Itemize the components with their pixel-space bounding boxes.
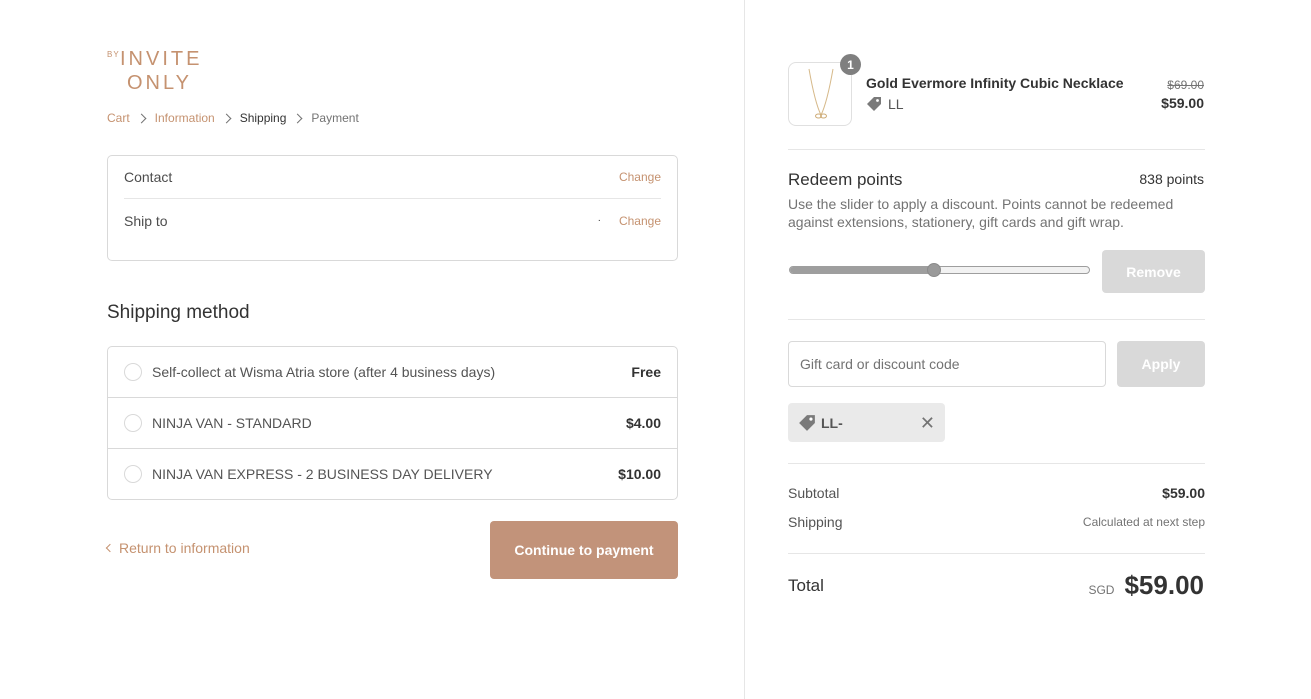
review-ship-to-row: Ship to · Change	[124, 199, 661, 242]
breadcrumb: Cart Information Shipping Payment	[107, 110, 359, 126]
logo-by: BY	[107, 50, 120, 59]
breadcrumb-information[interactable]: Information	[155, 111, 215, 125]
shipping-option-ninja-standard[interactable]: NINJA VAN - STANDARD $4.00	[108, 398, 677, 449]
shipping-option-self-collect[interactable]: Self-collect at Wisma Atria store (after…	[108, 347, 677, 398]
total-amount: SGD $59.00	[1088, 570, 1204, 601]
quantity-badge: 1	[840, 54, 861, 75]
applied-discount-tag: LL- ✕	[788, 403, 945, 442]
shipping-option-price: $10.00	[618, 466, 661, 482]
product-discount-code: LL	[888, 96, 904, 112]
chevron-right-icon	[221, 113, 232, 123]
points-balance: 838 points	[1139, 171, 1204, 187]
close-icon[interactable]: ✕	[920, 414, 935, 432]
divider	[788, 463, 1205, 464]
radio-button[interactable]	[124, 465, 142, 483]
shipping-option-price: $4.00	[625, 415, 661, 431]
shipping-value: Calculated at next step	[1082, 515, 1205, 529]
change-contact-link[interactable]: Change	[619, 170, 661, 184]
radio-button[interactable]	[124, 414, 142, 432]
change-ship-to-link[interactable]: Change	[619, 214, 661, 228]
chevron-right-icon	[292, 113, 303, 123]
return-to-information-link[interactable]: Return to information	[105, 540, 250, 556]
product-discount-tag: LL	[866, 96, 904, 112]
shipping-method-list: Self-collect at Wisma Atria store (after…	[107, 346, 678, 500]
return-label: Return to information	[119, 540, 250, 556]
shipping-option-ninja-express[interactable]: NINJA VAN EXPRESS - 2 BUSINESS DAY DELIV…	[108, 449, 677, 499]
shipping-label: Shipping	[788, 514, 843, 530]
breadcrumb-cart[interactable]: Cart	[107, 111, 130, 125]
chevron-right-icon	[136, 113, 147, 123]
remove-points-button[interactable]: Remove	[1102, 250, 1205, 293]
breadcrumb-shipping: Shipping	[239, 111, 287, 125]
checkout-main: BY INVITE ONLY Cart Information Shipping…	[0, 0, 744, 699]
order-summary: 1 Gold Evermore Infinity Cubic Necklace …	[744, 0, 1311, 699]
divider	[788, 553, 1205, 554]
ship-to-label: Ship to	[124, 212, 168, 229]
shipping-line: Shipping Calculated at next step	[788, 514, 1205, 530]
shipping-option-label: NINJA VAN - STANDARD	[152, 415, 312, 431]
subtotal-value: $59.00	[1162, 485, 1205, 501]
contact-label: Contact	[124, 169, 173, 185]
review-box: Contact Change Ship to · Change	[107, 155, 678, 261]
product-name: Gold Evermore Infinity Cubic Necklace	[866, 75, 1124, 91]
breadcrumb-payment: Payment	[311, 111, 359, 125]
subtotal-label: Subtotal	[788, 485, 840, 501]
brand-logo[interactable]: BY INVITE ONLY	[107, 48, 217, 96]
discount-code-input[interactable]	[788, 341, 1106, 387]
logo-line-1: INVITE	[120, 48, 203, 70]
shipping-option-label: NINJA VAN EXPRESS - 2 BUSINESS DAY DELIV…	[152, 466, 493, 482]
slider-fill	[790, 267, 934, 273]
redeem-points-title: Redeem points	[788, 170, 903, 189]
chevron-left-icon	[105, 543, 115, 553]
ship-to-value: ·	[597, 215, 601, 226]
redeem-description: Use the slider to apply a discount. Poin…	[788, 196, 1174, 230]
total-label: Total	[788, 576, 824, 595]
subtotal-line: Subtotal $59.00	[788, 485, 1205, 501]
original-price: $69.00	[1167, 78, 1204, 92]
tag-icon	[799, 414, 815, 431]
continue-to-payment-button[interactable]: Continue to payment	[490, 521, 678, 579]
applied-discount-code: LL-	[821, 414, 843, 431]
tag-icon	[867, 97, 881, 111]
total-value: $59.00	[1124, 570, 1204, 600]
apply-discount-button[interactable]: Apply	[1117, 341, 1205, 387]
final-price: $59.00	[1161, 95, 1204, 111]
currency-code: SGD	[1088, 583, 1115, 597]
shipping-method-title: Shipping method	[107, 302, 250, 323]
review-contact-row: Contact Change	[124, 156, 661, 199]
points-slider[interactable]	[789, 263, 1090, 277]
divider	[788, 149, 1205, 150]
divider	[788, 319, 1205, 320]
radio-button[interactable]	[124, 363, 142, 381]
shipping-option-price: Free	[631, 364, 661, 380]
slider-handle[interactable]	[927, 263, 941, 277]
shipping-option-label: Self-collect at Wisma Atria store (after…	[152, 364, 496, 380]
logo-line-2: ONLY	[127, 72, 192, 94]
